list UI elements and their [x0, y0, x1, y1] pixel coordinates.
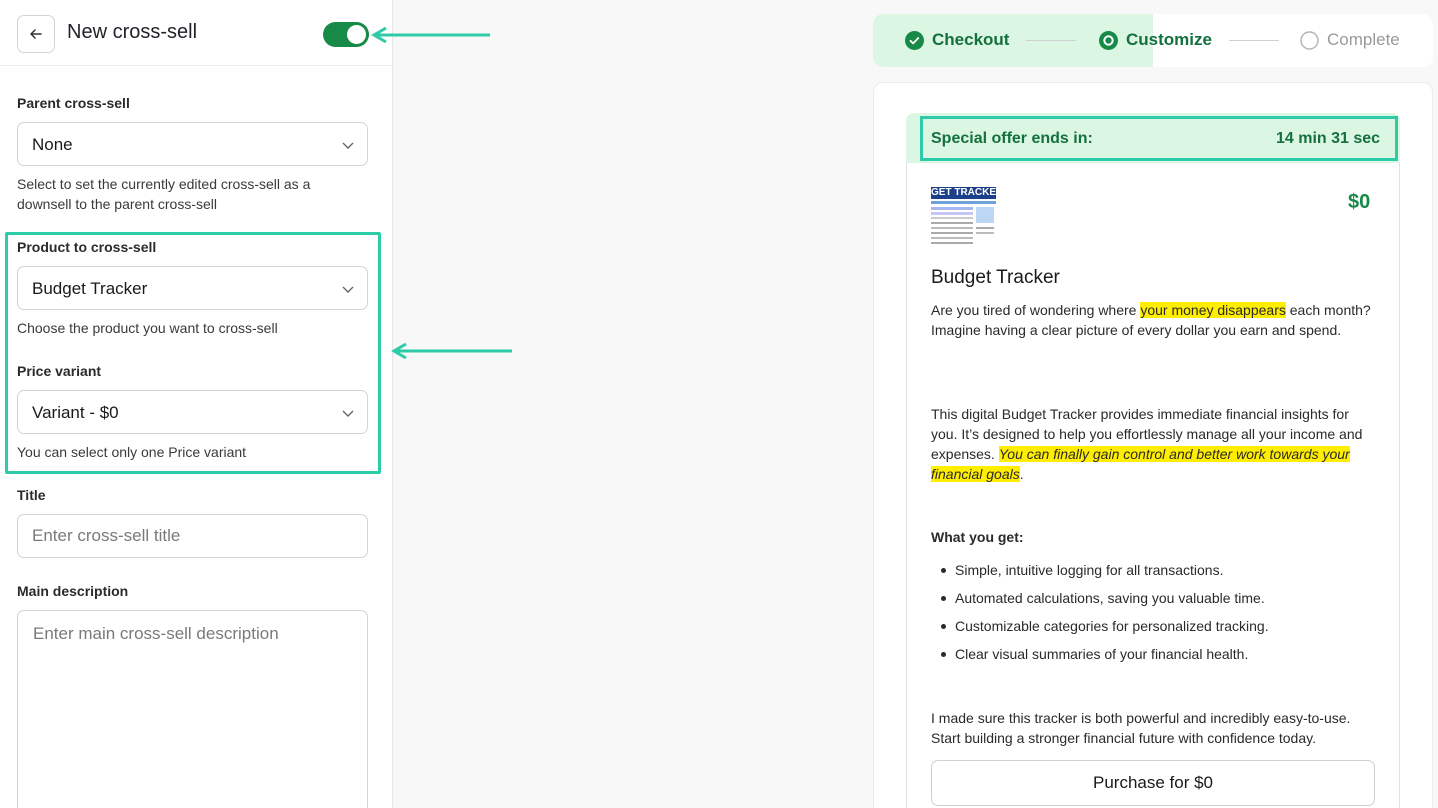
chevron-down-icon [342, 286, 354, 293]
thumbnail-side [976, 207, 994, 244]
editor-header: New cross-sell [0, 0, 392, 66]
thumbnail-row [976, 232, 994, 234]
arrow-left-icon [30, 29, 42, 39]
product-price: $0 [1348, 191, 1371, 213]
title-label: Title [17, 487, 46, 503]
parent-cross-sell-help: Select to set the currently edited cross… [17, 176, 311, 212]
empty-circle-icon [1300, 30, 1319, 50]
desc-text: . [1019, 466, 1024, 482]
offer-countdown: 14 min 31 sec [1276, 130, 1381, 147]
parent-cross-sell-select[interactable]: None [17, 122, 368, 166]
desc-highlight: your money disappears [1140, 302, 1286, 318]
thumbnail-row [931, 212, 973, 215]
annotation-arrow-icon [371, 26, 490, 44]
step-label: Customize [1126, 30, 1212, 49]
checkout-stepper: Checkout Customize Complete [873, 14, 1433, 67]
chevron-down-icon [342, 410, 354, 417]
product-name: Budget Tracker [931, 267, 1060, 288]
step-connector [1229, 40, 1279, 41]
description-paragraph-1: Are you tired of wondering where your mo… [931, 300, 1371, 340]
title-input[interactable] [17, 514, 368, 558]
back-button[interactable] [17, 15, 55, 53]
what-you-get-heading: What you get: [931, 529, 1024, 545]
product-help: Choose the product you want to cross-sel… [17, 320, 278, 336]
chevron-down-icon [342, 142, 354, 149]
thumbnail-block [976, 207, 994, 223]
thumbnail-row [931, 232, 973, 234]
parent-cross-sell-label: Parent cross-sell [17, 95, 130, 111]
toggle-knob [347, 25, 366, 44]
desc-text: Are you tired of wondering where [931, 302, 1141, 318]
product-label: Product to cross-sell [17, 239, 157, 255]
list-item: Clear visual summaries of your financial… [931, 644, 1371, 672]
annotation-arrow-icon [391, 342, 512, 360]
enable-toggle[interactable] [323, 22, 369, 47]
thumbnail-sheet [931, 207, 996, 244]
step-connector [1026, 40, 1076, 41]
product-thumbnail: GET TRACKER [931, 187, 996, 250]
check-circle-icon [905, 30, 924, 50]
thumbnail-row [931, 242, 973, 244]
description-paragraph-2: This digital Budget Tracker provides imm… [931, 404, 1371, 484]
list-item: Automated calculations, saving you valua… [931, 588, 1371, 616]
thumbnail-logo: GET TRACKER [931, 187, 996, 199]
list-item: Customizable categories for personalized… [931, 616, 1371, 644]
thumbnail-row [931, 237, 973, 239]
price-variant-label: Price variant [17, 363, 102, 379]
current-step-icon [1099, 30, 1118, 50]
thumbnail-row [931, 207, 973, 210]
main-description-label: Main description [17, 583, 129, 599]
product-value: Budget Tracker [32, 279, 148, 298]
list-item: Simple, intuitive logging for all transa… [931, 560, 1371, 588]
price-variant-help: You can select only one Price variant [17, 444, 247, 460]
thumbnail-stripe [931, 201, 996, 204]
page-title: New cross-sell [67, 21, 198, 43]
thumbnail-row [931, 217, 973, 219]
step-checkout[interactable]: Checkout [905, 30, 1009, 50]
step-customize[interactable]: Customize [1099, 30, 1212, 50]
parent-cross-sell-value: None [32, 135, 73, 154]
purchase-button[interactable]: Purchase for $0 [931, 760, 1375, 806]
price-variant-select[interactable]: Variant - $0 [17, 390, 368, 434]
thumbnail-row [931, 227, 973, 229]
price-variant-value: Variant - $0 [32, 403, 119, 422]
offer-label: Special offer ends in: [931, 130, 1093, 147]
closing-paragraph: I made sure this tracker is both powerfu… [931, 710, 1351, 746]
thumbnail-row [976, 227, 994, 229]
main-description-textarea[interactable] [17, 610, 368, 808]
step-label: Complete [1327, 30, 1400, 49]
step-complete[interactable]: Complete [1300, 30, 1400, 50]
thumbnail-rows [931, 207, 973, 244]
thumbnail-row [931, 222, 973, 224]
benefits-list: Simple, intuitive logging for all transa… [931, 560, 1371, 672]
product-select[interactable]: Budget Tracker [17, 266, 368, 310]
editor-panel: New cross-sell Parent cross-sell None Se… [0, 0, 393, 808]
step-label: Checkout [932, 30, 1010, 49]
